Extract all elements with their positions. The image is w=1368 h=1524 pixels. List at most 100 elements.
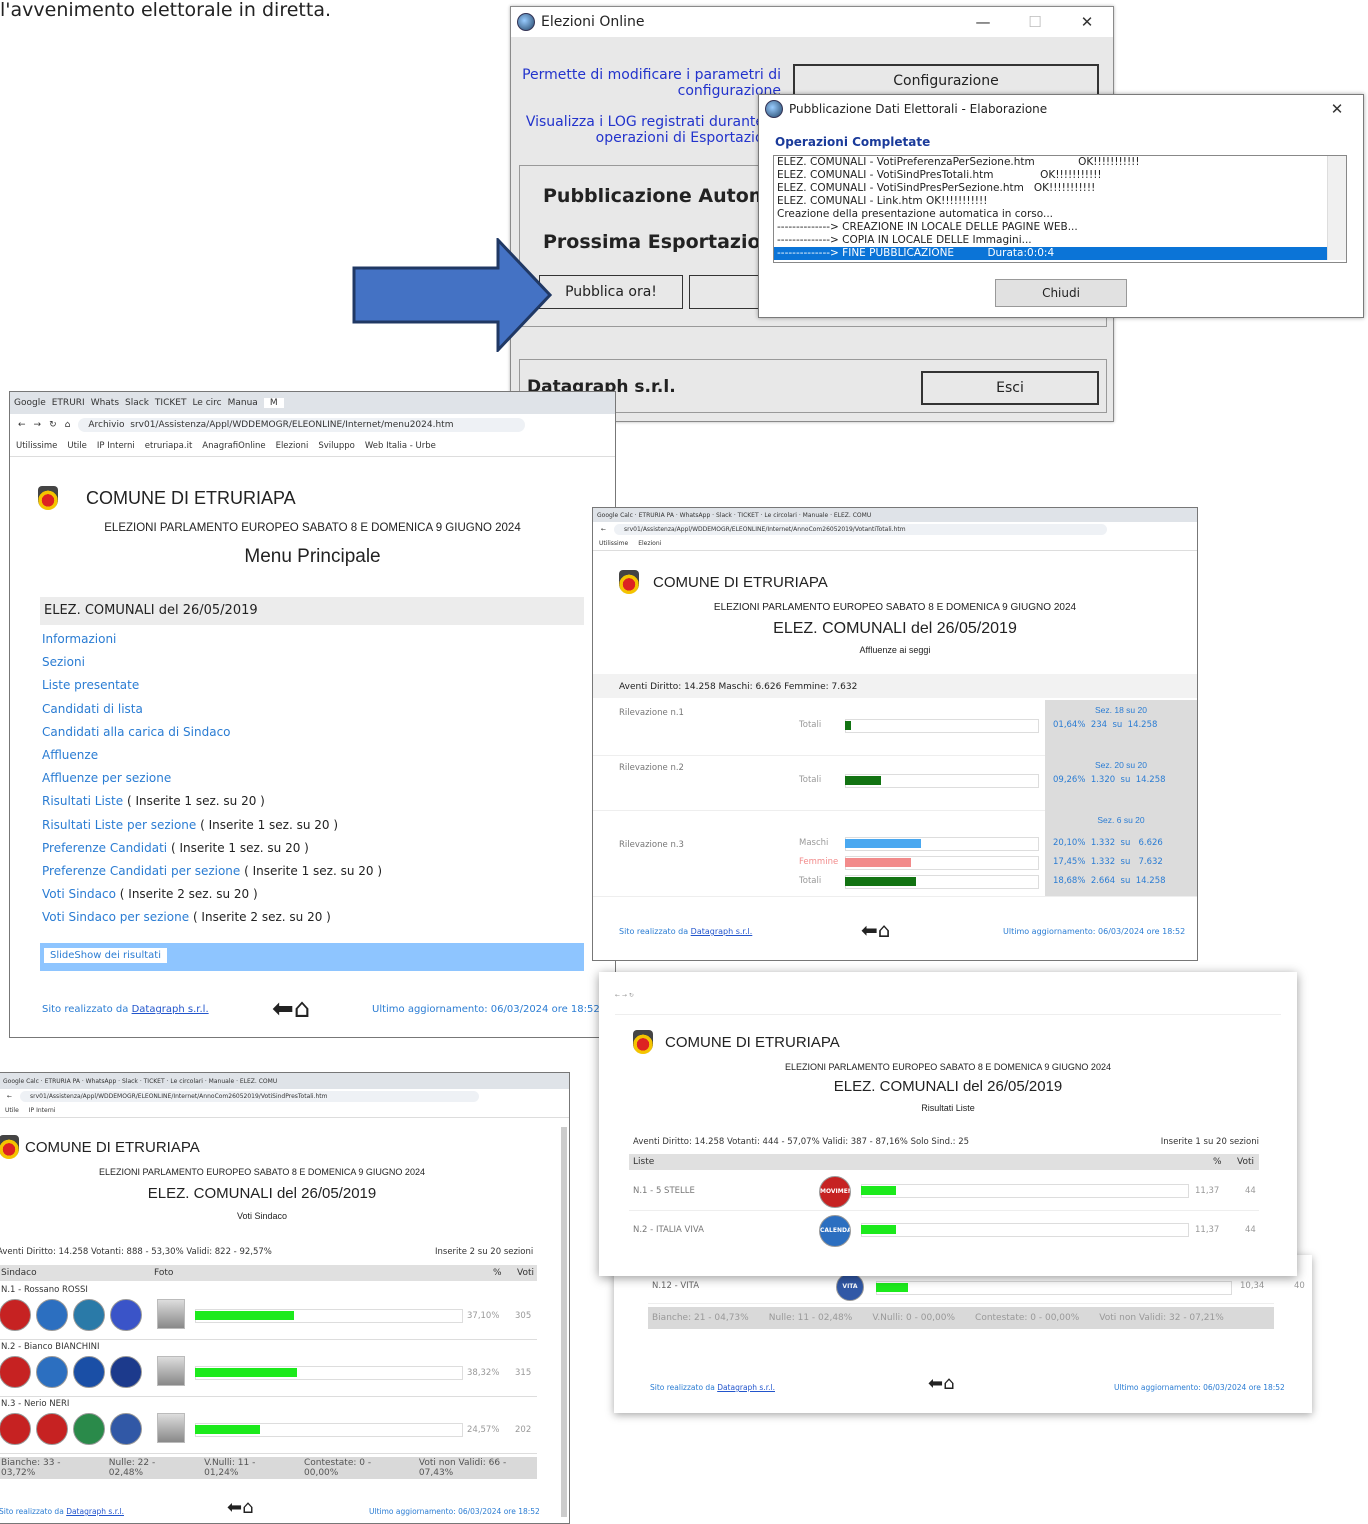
address-bar: ← → ↻ — [615, 992, 1281, 1015]
bookmark-item[interactable]: Utilissime — [599, 540, 628, 547]
home-icon[interactable]: ⌂ — [878, 918, 891, 942]
election-title: ELEZIONI PARLAMENTO EUROPEO SABATO 8 E D… — [99, 1167, 425, 1177]
menu-item[interactable]: Sezioni — [42, 651, 582, 674]
back-icon[interactable]: ← — [18, 420, 26, 430]
scrollbar[interactable] — [561, 1127, 567, 1517]
comune-name: COMUNE DI ETRURIAPA — [653, 574, 828, 591]
tab-etruri[interactable]: ETRURI — [52, 398, 85, 408]
datagraph-link[interactable]: Datagraph s.r.l. — [691, 927, 753, 936]
log-list[interactable]: ELEZ. COMUNALI - VotiPreferenzaPerSezion… — [773, 155, 1347, 263]
log-line[interactable]: ELEZ. COMUNALI - VotiSindPresTotali.htm … — [774, 169, 1346, 182]
list-bar — [861, 1225, 897, 1234]
sindaco-pct: 24,57% — [467, 1425, 500, 1435]
tab-lecirc[interactable]: Le circ — [192, 398, 221, 408]
menu-item[interactable]: Preferenze Candidati ( Inserite 1 sez. s… — [42, 837, 582, 860]
header-liste: Liste — [633, 1157, 655, 1167]
close-icon[interactable]: ✕ — [1061, 13, 1113, 31]
exit-button[interactable]: Esci — [921, 371, 1099, 405]
minimize-icon[interactable]: — — [957, 13, 1009, 31]
menu-item[interactable]: Voti Sindaco ( Inserite 2 sez. su 20 ) — [42, 883, 582, 906]
bookmark-item[interactable]: AnagrafiOnline — [202, 441, 265, 451]
back-arrow-icon[interactable]: ⬅ — [861, 918, 878, 942]
menu-item[interactable]: Liste presentate — [42, 674, 582, 697]
candidate-photo — [157, 1413, 185, 1443]
tab-slack[interactable]: Slack — [125, 398, 149, 408]
menu-item[interactable]: Informazioni — [42, 628, 582, 651]
reload-icon[interactable]: ↻ — [49, 420, 57, 430]
party-logo-icon — [110, 1413, 142, 1445]
menu-item[interactable]: Candidati alla carica di Sindaco — [42, 721, 582, 744]
menu-item[interactable]: Candidati di lista — [42, 698, 582, 721]
browser-liste-window: ← → ↻ COMUNE DI ETRURIAPA ELEZIONI PARLA… — [599, 972, 1297, 1276]
tab-google[interactable]: Google — [14, 398, 46, 408]
slideshow-link[interactable]: SlideShow dei risultati — [44, 948, 167, 963]
back-icon[interactable]: ← → ↻ — [615, 992, 634, 999]
bookmark-item[interactable]: Utilissime — [16, 441, 57, 451]
bookmark-item[interactable]: IP Interni — [29, 1107, 56, 1114]
back-icon[interactable]: ← — [601, 526, 606, 533]
affluenza-bar — [845, 776, 881, 785]
log-line[interactable]: --------------> CREAZIONE IN LOCALE DELL… — [774, 221, 1346, 234]
home-icon[interactable]: ⌂ — [65, 420, 71, 430]
tab-active[interactable]: Google Calc · ETRURIA PA · WhatsApp · Sl… — [3, 1078, 277, 1085]
back-arrow-icon[interactable]: ⬅ — [272, 994, 294, 1024]
list-logo-icon: CALENDA — [819, 1215, 851, 1247]
url-text[interactable]: srv01/Assistenza/Appl/WDDEMOGR/ELEONLINE… — [614, 523, 1107, 535]
address-bar: ← → ↻ ⌂ Archivio srv01/Assistenza/Appl/W… — [10, 414, 615, 436]
dialog-titlebar: Pubblicazione Dati Elettorali - Elaboraz… — [759, 95, 1363, 123]
sindaco-name: N.1 - Rossano ROSSI — [1, 1285, 88, 1295]
bookmark-item[interactable]: Sviluppo — [318, 441, 355, 451]
tab-manua[interactable]: Manua — [228, 398, 258, 408]
datagraph-link[interactable]: Datagraph s.r.l. — [132, 1004, 209, 1015]
log-line-selected[interactable]: --------------> FINE PUBBLICAZIONE Durat… — [774, 247, 1330, 260]
menu-item[interactable]: Affluenze per sezione — [42, 767, 582, 790]
tab-active[interactable]: Google Calc · ETRURIA PA · WhatsApp · Sl… — [597, 512, 871, 519]
header-foto: Foto — [154, 1268, 174, 1278]
sindaco-voti: 315 — [515, 1368, 532, 1378]
bookmark-item[interactable]: etruriapa.it — [145, 441, 193, 451]
menu-item[interactable]: Preferenze Candidati per sezione ( Inser… — [42, 860, 582, 883]
list-pct: 11,37 — [1195, 1186, 1220, 1196]
tab-ticket[interactable]: TICKET — [155, 398, 187, 408]
sezioni-label: Sez. 20 su 20 — [1095, 760, 1147, 770]
publish-now-button[interactable]: Pubblica ora! — [539, 275, 683, 309]
log-line[interactable]: --------------> COPIA IN LOCALE DELLE Im… — [774, 234, 1346, 247]
footer-credit: Sito realizzato da Datagraph s.r.l. — [42, 1004, 209, 1015]
url-text[interactable]: srv01/Assistenza/Appl/WDDEMOGR/ELEONLINE… — [20, 1090, 479, 1102]
log-line[interactable]: ELEZ. COMUNALI - VotiSindPresPerSezione.… — [774, 182, 1346, 195]
log-line[interactable]: ELEZ. COMUNALI - Link.htm OK!!!!!!!!!!! — [774, 195, 1346, 208]
bookmark-item[interactable]: Elezioni — [638, 540, 661, 547]
bookmark-item[interactable]: Utile — [5, 1107, 19, 1114]
next-export-label: Prossima Esportazior — [543, 231, 770, 253]
menu-item[interactable]: Risultati Liste ( Inserite 1 sez. su 20 … — [42, 790, 582, 813]
log-scrollbar[interactable] — [1327, 156, 1346, 260]
bookmark-item[interactable]: Elezioni — [276, 441, 309, 451]
forward-icon[interactable]: → — [34, 420, 42, 430]
back-arrow-icon[interactable]: ⬅ — [928, 1373, 943, 1394]
back-icon[interactable]: ← — [7, 1093, 12, 1100]
affluenza-label: Totali — [799, 876, 822, 886]
footer-update: Ultimo aggiornamento: 06/03/2024 ore 18:… — [1003, 927, 1186, 936]
window-titlebar: Elezioni Online — ☐ ✕ — [511, 7, 1113, 37]
maximize-icon[interactable]: ☐ — [1009, 13, 1061, 31]
home-icon[interactable]: ⌂ — [943, 1373, 954, 1394]
menu-item[interactable]: Affluenze — [42, 744, 582, 767]
menu-item[interactable]: Risultati Liste per sezione ( Inserite 1… — [42, 814, 582, 837]
dialog-close-button[interactable]: Chiudi — [995, 279, 1127, 307]
tab-whats[interactable]: Whats — [91, 398, 119, 408]
config-button[interactable]: Configurazione — [793, 64, 1099, 98]
bookmark-item[interactable]: Utile — [67, 441, 87, 451]
url-input[interactable]: Archivio srv01/Assistenza/Appl/WDDEMOGR/… — [78, 418, 525, 432]
dialog-close-icon[interactable]: ✕ — [1311, 100, 1363, 118]
footer-update: Ultimo aggiornamento: 06/03/2024 ore 18:… — [1114, 1383, 1285, 1392]
log-line[interactable]: Creazione della presentazione automatica… — [774, 208, 1346, 221]
bookmark-item[interactable]: IP Interni — [97, 441, 135, 451]
bookmark-item[interactable]: Web Italia - Urbe — [365, 441, 436, 451]
affluenza-label: Maschi — [799, 838, 829, 848]
datagraph-link[interactable]: Datagraph s.r.l. — [717, 1383, 775, 1392]
bookmarks-bar: Utilissime Elezioni — [593, 536, 1197, 551]
tab-active[interactable]: M — [263, 398, 284, 408]
log-line[interactable]: ELEZ. COMUNALI - VotiPreferenzaPerSezion… — [774, 156, 1346, 169]
home-icon[interactable]: ⌂ — [294, 994, 311, 1024]
menu-item[interactable]: Voti Sindaco per sezione ( Inserite 2 se… — [42, 906, 582, 929]
